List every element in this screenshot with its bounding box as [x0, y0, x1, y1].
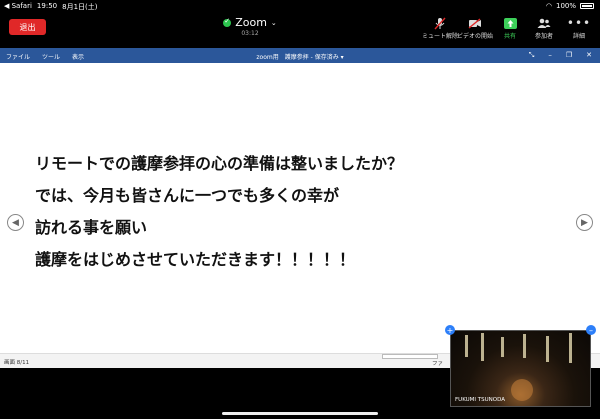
fullscreen-icon[interactable]: ⤡: [529, 51, 535, 60]
video-scene-detail: [481, 333, 484, 361]
slide-text-line: では、今月も皆さんに一つでも多くの幸が: [35, 186, 340, 205]
video-scene-detail: [569, 333, 572, 363]
video-scene-detail: [523, 334, 526, 358]
share-label: 共有: [503, 33, 516, 40]
zoom-toolbar: 退出 Zoom ⌄ 03:12 ミュート解除 ビデオの開始 共有 参加者 •••: [0, 12, 600, 48]
unmute-button[interactable]: ミュート解除: [420, 16, 460, 40]
video-scene-detail: [465, 335, 468, 357]
participants-label: 参加者: [534, 33, 553, 40]
more-label: 詳細: [572, 33, 585, 40]
participants-icon: [524, 16, 564, 30]
meeting-timer: 03:12: [241, 30, 259, 37]
ios-status-bar: ◀ Safari 19:50 8月1日(土) ◠ 100%: [0, 0, 600, 12]
mic-off-icon: [420, 16, 460, 30]
pip-expand-button[interactable]: +: [445, 325, 455, 335]
participants-button[interactable]: 参加者: [524, 16, 564, 40]
slide-counter: 画面 8/11: [4, 360, 30, 366]
shield-check-icon: [223, 17, 232, 27]
battery-icon: [580, 3, 594, 9]
menu-file[interactable]: ファイル: [6, 52, 30, 61]
wifi-icon: ◠: [545, 2, 552, 10]
pip-minimize-button[interactable]: –: [586, 325, 596, 335]
menu-view[interactable]: 表示: [72, 52, 84, 61]
status-time: 19:50: [36, 2, 58, 10]
home-indicator[interactable]: [222, 412, 378, 415]
restore-icon[interactable]: ❐: [566, 51, 572, 60]
battery-percent: 100%: [555, 2, 576, 10]
back-to-safari-link[interactable]: ◀ Safari: [4, 2, 32, 12]
menu-tools[interactable]: ツール: [42, 52, 60, 61]
prev-slide-button[interactable]: ◀: [7, 214, 24, 231]
video-scene-detail: [546, 336, 549, 362]
status-date: 8月1日(土): [62, 3, 98, 11]
ppt-titlebar: ファイル ツール 表示 zoom用 護摩参拝 - 保存済み ▾ ⤡ – ❐ ✕: [0, 48, 600, 63]
more-dots-icon: •••: [566, 16, 592, 30]
leave-meeting-button[interactable]: 退出: [9, 19, 46, 35]
chevron-down-icon: ⌄: [270, 18, 277, 27]
close-icon[interactable]: ✕: [586, 51, 592, 60]
next-slide-button[interactable]: ▶: [576, 214, 593, 231]
minus-icon: –: [589, 325, 593, 335]
plus-icon: +: [446, 325, 454, 335]
video-fire-glow: [511, 379, 533, 401]
shared-screen-powerpoint: ファイル ツール 表示 zoom用 護摩参拝 - 保存済み ▾ ⤡ – ❐ ✕ …: [0, 48, 600, 368]
meeting-title: Zoom: [235, 16, 267, 29]
video-off-icon: [455, 16, 495, 30]
video-scene-detail: [501, 337, 504, 357]
participant-video-tile[interactable]: FUKUMI TSUNODA: [450, 330, 591, 407]
slide-text-line: リモートでの護摩参拝の心の準備は整いましたか？: [35, 154, 404, 173]
meeting-info[interactable]: Zoom ⌄ 03:12: [205, 16, 295, 37]
document-title[interactable]: zoom用 護摩参拝 - 保存済み ▾: [220, 52, 380, 61]
chevron-left-icon: ◀: [12, 217, 19, 228]
start-video-button[interactable]: ビデオの開始: [455, 16, 495, 40]
slide-text-line: 訪れる事を願い: [35, 218, 148, 237]
unmute-label: ミュート解除: [421, 33, 458, 40]
start-video-label: ビデオの開始: [456, 33, 493, 40]
slide-canvas: リモートでの護摩参拝の心の準備は整いましたか？ では、今月も皆さんに一つでも多く…: [0, 63, 600, 353]
horizontal-scrollbar[interactable]: [382, 354, 438, 359]
status-right-text: ファ: [432, 361, 444, 367]
chevron-right-icon: ▶: [581, 217, 588, 228]
slide-text-line: 護摩をはじめさせていただきます！！！！！: [35, 250, 356, 269]
more-button[interactable]: ••• 詳細: [559, 16, 599, 40]
participant-name: FUKUMI TSUNODA: [455, 397, 506, 403]
minimize-icon[interactable]: –: [548, 51, 552, 60]
